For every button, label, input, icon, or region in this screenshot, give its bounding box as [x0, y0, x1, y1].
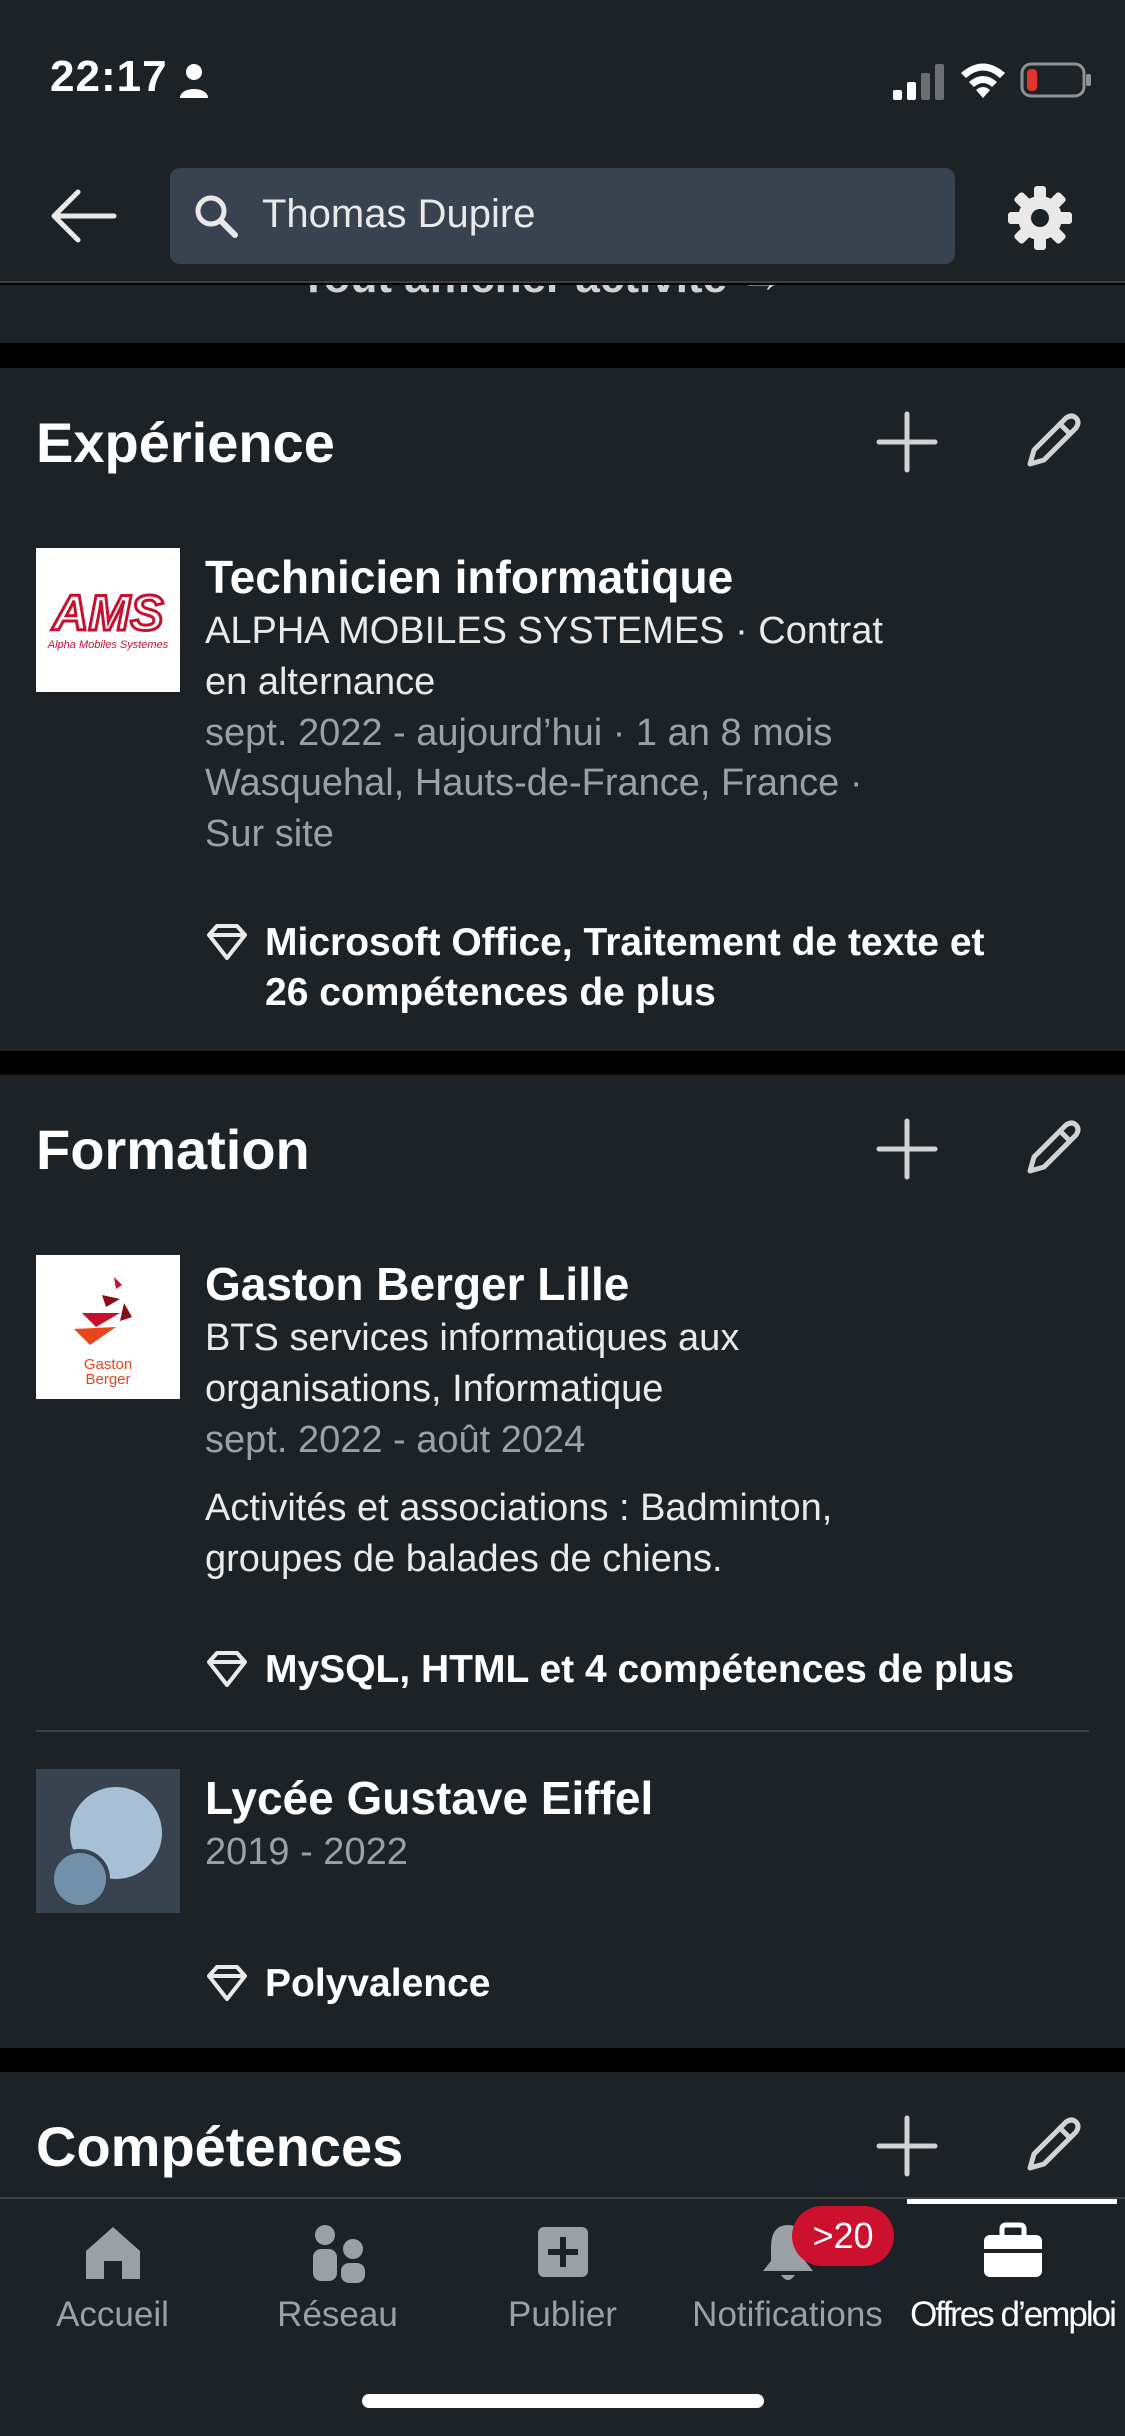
back-arrow-icon[interactable] — [48, 186, 118, 246]
entry-divider — [36, 1730, 1089, 1732]
school-logo-placeholder[interactable] — [36, 1769, 180, 1913]
logo-text-berger: Berger — [85, 1371, 130, 1388]
formation-degree-line1: BTS services informatiques aux — [205, 1317, 740, 1359]
nav-item-jobs[interactable]: Offres d’emploi — [900, 2199, 1125, 2359]
battery-low-icon — [1020, 62, 1091, 98]
formation-skills-text-2: Polyvalence — [265, 1962, 491, 2005]
post-plus-icon — [538, 2227, 588, 2277]
formation-dates-2: 2019 - 2022 — [205, 1831, 408, 1873]
search-query: Thomas Dupire — [262, 192, 536, 236]
nav-item-network[interactable]: Réseau — [225, 2199, 450, 2359]
briefcase-icon — [984, 2222, 1042, 2277]
edit-competence-icon[interactable] — [1020, 2114, 1084, 2178]
formation-skills-text: MySQL, HTML et 4 compétences de plus — [265, 1648, 1015, 1691]
gear-icon[interactable] — [1005, 183, 1075, 253]
experience-dates: sept. 2022 - aujourd’hui · 1 an 8 mois — [205, 712, 833, 754]
ams-logo-caption: Alpha Mobiles Systemes — [47, 639, 169, 651]
home-indicator[interactable] — [362, 2394, 764, 2408]
experience-company-line2: en alternance — [205, 661, 436, 703]
experience-title: Expérience — [36, 411, 335, 474]
home-icon — [86, 2227, 140, 2279]
diamond-icon — [207, 924, 247, 960]
ams-logo-letters: AMS — [50, 585, 163, 641]
add-formation-icon[interactable] — [875, 1117, 939, 1181]
experience-company-line1: ALPHA MOBILES SYSTEMES · Contrat — [205, 610, 883, 652]
experience-skills-line1: Microsoft Office, Traitement de texte et — [265, 921, 985, 964]
gaston-berger-logo-icon: Gaston Berger — [74, 1277, 132, 1388]
diamond-icon — [207, 1651, 247, 1687]
competences-section: Compétences — [0, 2072, 1125, 2197]
nav-label-post: Publier — [508, 2295, 617, 2334]
status-bar: 22:17 — [0, 0, 1125, 150]
nav-label-jobs: Offres d’emploi — [910, 2295, 1117, 2334]
formation-school-name-2[interactable]: Lycée Gustave Eiffel — [205, 1771, 653, 1825]
competences-title: Compétences — [36, 2115, 404, 2178]
person-icon — [180, 64, 208, 98]
formation-activities-line1: Activités et associations : Badminton, — [205, 1487, 833, 1529]
diamond-icon — [207, 1965, 247, 2001]
add-experience-icon[interactable] — [875, 410, 939, 474]
formation-dates: sept. 2022 - août 2024 — [205, 1419, 586, 1461]
show-all-activity-link[interactable]: Tout afficher activité → — [300, 285, 783, 303]
school-placeholder-icon — [50, 1787, 162, 1909]
formation-degree-line2: organisations, Informatique — [205, 1368, 664, 1410]
wifi-icon — [961, 63, 1005, 98]
experience-section: Expérience AMS Alpha Mobiles Systemes Te… — [0, 368, 1125, 1051]
status-time: 22:17 — [50, 52, 168, 101]
ams-logo-icon: AMS Alpha Mobiles Systemes — [47, 584, 169, 652]
top-header: Thomas Dupire — [0, 150, 1125, 283]
experience-location-line2: Sur site — [205, 813, 334, 855]
search-input[interactable]: Thomas Dupire — [170, 168, 955, 264]
formation-school-name[interactable]: Gaston Berger Lille — [205, 1257, 629, 1311]
formation-activities-line2: groupes de balades de chiens. — [205, 1538, 723, 1580]
notification-badge: >20 — [792, 2206, 894, 2266]
nav-item-post[interactable]: Publier — [450, 2199, 675, 2359]
edit-formation-icon[interactable] — [1020, 1117, 1084, 1181]
nav-label-notifications: Notifications — [692, 2295, 883, 2334]
nav-label-home: Accueil — [56, 2295, 169, 2334]
experience-location-line1: Wasquehal, Hauts-de-France, France · — [205, 762, 863, 804]
company-logo-ams[interactable]: AMS Alpha Mobiles Systemes — [36, 548, 180, 692]
edit-experience-icon[interactable] — [1020, 410, 1084, 474]
experience-skills-line2: 26 compétences de plus — [265, 971, 716, 1014]
school-logo-gaston-berger[interactable]: Gaston Berger — [36, 1255, 180, 1399]
nav-item-home[interactable]: Accueil — [0, 2199, 225, 2359]
cellular-signal-icon — [893, 64, 944, 100]
formation-section: Formation Gaston Berger Gaston Berger Li… — [0, 1075, 1125, 2048]
nav-label-network: Réseau — [277, 2295, 398, 2334]
search-icon — [195, 195, 238, 238]
experience-job-title[interactable]: Technicien informatique — [205, 550, 733, 604]
scrolled-activity-link[interactable]: Tout afficher activité → — [0, 285, 1125, 343]
add-competence-icon[interactable] — [875, 2114, 939, 2178]
network-icon — [313, 2225, 365, 2283]
formation-title: Formation — [36, 1118, 310, 1181]
